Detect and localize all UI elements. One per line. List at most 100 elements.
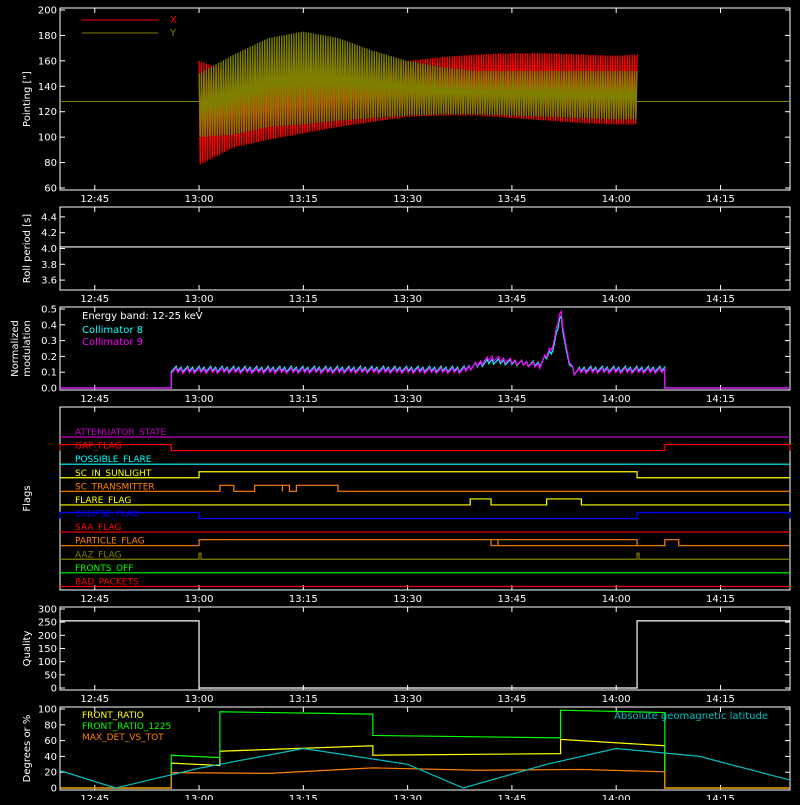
- panel-roll-period: 12:45 13:00 13:15 13:30 13:45 14:00 14:15 Roll …: [22, 206, 791, 305]
- x-tick-label: 12:45: [80, 194, 109, 205]
- y-axis-label: Flags: [22, 485, 33, 511]
- legend-label: Y: [169, 28, 177, 39]
- y-tick-label: 3.6: [41, 276, 57, 287]
- stacked-timeseries-svg: 12:45 13:00 13:15 13:30 13:45 14:00 14:15 Point…: [10, 6, 791, 805]
- y-tick-label: 120: [38, 107, 57, 118]
- x-tick-label: 13:15: [289, 394, 318, 405]
- flag-label: ECLIPSE_FLAG: [75, 510, 139, 520]
- x-tick-label: 14:00: [602, 294, 631, 305]
- series-y-trace: [198, 31, 638, 138]
- y-tick-label: 4.4: [41, 212, 57, 223]
- series-trace: [60, 309, 790, 389]
- hessi-quicklook-plot: 12:45 13:00 13:15 13:30 13:45 14:00 14:15 Point…: [0, 0, 800, 805]
- y-tick-label: 20: [44, 768, 57, 779]
- x-tick-label: 13:45: [497, 294, 526, 305]
- y-tick-label: 180: [38, 31, 57, 42]
- x-tick-label: 13:15: [289, 794, 318, 800]
- x-tick-label: 13:00: [185, 394, 214, 405]
- series-trace: [60, 767, 790, 789]
- y-tick-label: 50: [44, 670, 57, 681]
- y-tick-label: 0.3: [41, 336, 57, 347]
- x-tick-label: 13:00: [185, 594, 214, 605]
- x-tick-label: 14:15: [706, 294, 735, 305]
- x-tick-label: 13:15: [289, 194, 318, 205]
- y-tick-label: 0.1: [41, 368, 57, 379]
- x-tick-label: 13:00: [185, 694, 214, 705]
- panel-quality: 12:45 13:00 13:15 13:30 13:45 14:00 14:15 Quali…: [22, 605, 791, 705]
- x-tick-label: 13:15: [289, 694, 318, 705]
- y-tick-label: 4.0: [41, 244, 57, 255]
- x-tick-label: 12:45: [80, 594, 109, 605]
- x-tick-label: 12:45: [80, 794, 109, 800]
- x-tick-label: 12:45: [80, 294, 109, 305]
- y-tick-label: 100: [38, 133, 57, 144]
- y-tick-label: 4.2: [41, 228, 57, 239]
- y-tick-label: 60: [44, 736, 57, 747]
- y-tick-label: 200: [38, 631, 57, 642]
- x-tick-label: 13:45: [497, 394, 526, 405]
- flag-label: GAP_FLAG: [75, 442, 121, 452]
- legend-label: Collimator 9: [82, 337, 143, 348]
- flag-trace: [60, 498, 790, 506]
- y-tick-label: 40: [44, 752, 57, 763]
- panel-degrees: 12:45 13:00 13:15 13:30 13:45 14:00 14:15 Degre…: [22, 705, 791, 805]
- legend-label: FRONT_RATIO_1225: [82, 722, 171, 732]
- x-tick-label: 14:00: [602, 194, 631, 205]
- x-tick-label: 13:30: [393, 194, 422, 205]
- series-trace: [60, 738, 790, 789]
- x-tick-label: 14:15: [706, 394, 735, 405]
- x-tick-label: 13:30: [393, 794, 422, 800]
- legend-label: X: [170, 15, 177, 26]
- y-axis-label: Quality: [22, 631, 33, 667]
- y-tick-label: 0: [51, 784, 57, 795]
- flag-trace: [59, 511, 791, 520]
- x-tick-label: 12:45: [80, 694, 109, 705]
- x-tick-label: 14:15: [706, 694, 735, 705]
- y-axis-label-line: modulation: [22, 320, 33, 377]
- y-tick-label: 150: [38, 644, 57, 655]
- x-tick-label: 14:00: [602, 594, 631, 605]
- y-axis-label-line: Normalized: [10, 320, 21, 377]
- x-tick-label: 13:45: [497, 594, 526, 605]
- x-tick-label: 13:45: [497, 694, 526, 705]
- y-tick-label: 0: [51, 684, 57, 695]
- x-tick-label: 13:30: [393, 594, 422, 605]
- y-tick-label: 80: [44, 158, 57, 169]
- legend-label: Absolute geomagnetic latitude: [614, 711, 768, 722]
- y-tick-label: 200: [38, 6, 57, 17]
- y-tick-label: 140: [38, 82, 57, 93]
- flag-trace: [60, 484, 790, 492]
- y-tick-label: 0.2: [41, 352, 57, 363]
- x-tick-label: 14:15: [706, 194, 735, 205]
- energy-band-annotation: Energy band: 12-25 keV: [82, 311, 203, 322]
- x-tick-label: 13:00: [185, 794, 214, 800]
- x-tick-label: 13:00: [185, 194, 214, 205]
- y-tick-label: 80: [44, 720, 57, 731]
- y-tick-label: 100: [38, 657, 57, 668]
- y-tick-label: 0.0: [41, 384, 57, 395]
- x-tick-label: 14:15: [706, 794, 735, 800]
- y-tick-label: 160: [38, 56, 57, 67]
- flag-trace: [60, 539, 790, 547]
- flag-trace: [59, 443, 791, 452]
- y-tick-label: 3.8: [41, 260, 57, 271]
- y-axis-label: Roll period [s]: [22, 214, 33, 283]
- x-tick-label: 14:00: [602, 794, 631, 800]
- y-tick-label: 250: [38, 618, 57, 629]
- x-tick-label: 13:15: [289, 594, 318, 605]
- legend-label: FRONT_RATIO: [82, 711, 144, 721]
- legend-label: Collimator 8: [82, 325, 143, 336]
- y-tick-label: 0.5: [41, 305, 57, 316]
- x-tick-label: 13:30: [393, 394, 422, 405]
- flag-trace: [60, 471, 790, 479]
- legend-label: MAX_DET_VS_TOT: [82, 733, 164, 743]
- panel-modulation: 12:45 13:00 13:15 13:30 13:45 14:00 14:15 Norma…: [10, 305, 791, 405]
- flag-trace: [60, 552, 790, 560]
- x-tick-label: 13:45: [497, 794, 526, 800]
- panel-frame: [59, 606, 791, 691]
- x-tick-label: 13:45: [497, 194, 526, 205]
- y-axis-label: Normalizedmodulation: [10, 320, 33, 377]
- x-tick-label: 13:30: [393, 694, 422, 705]
- y-axis-label: Pointing ["]: [22, 71, 33, 127]
- x-tick-label: 14:15: [706, 594, 735, 605]
